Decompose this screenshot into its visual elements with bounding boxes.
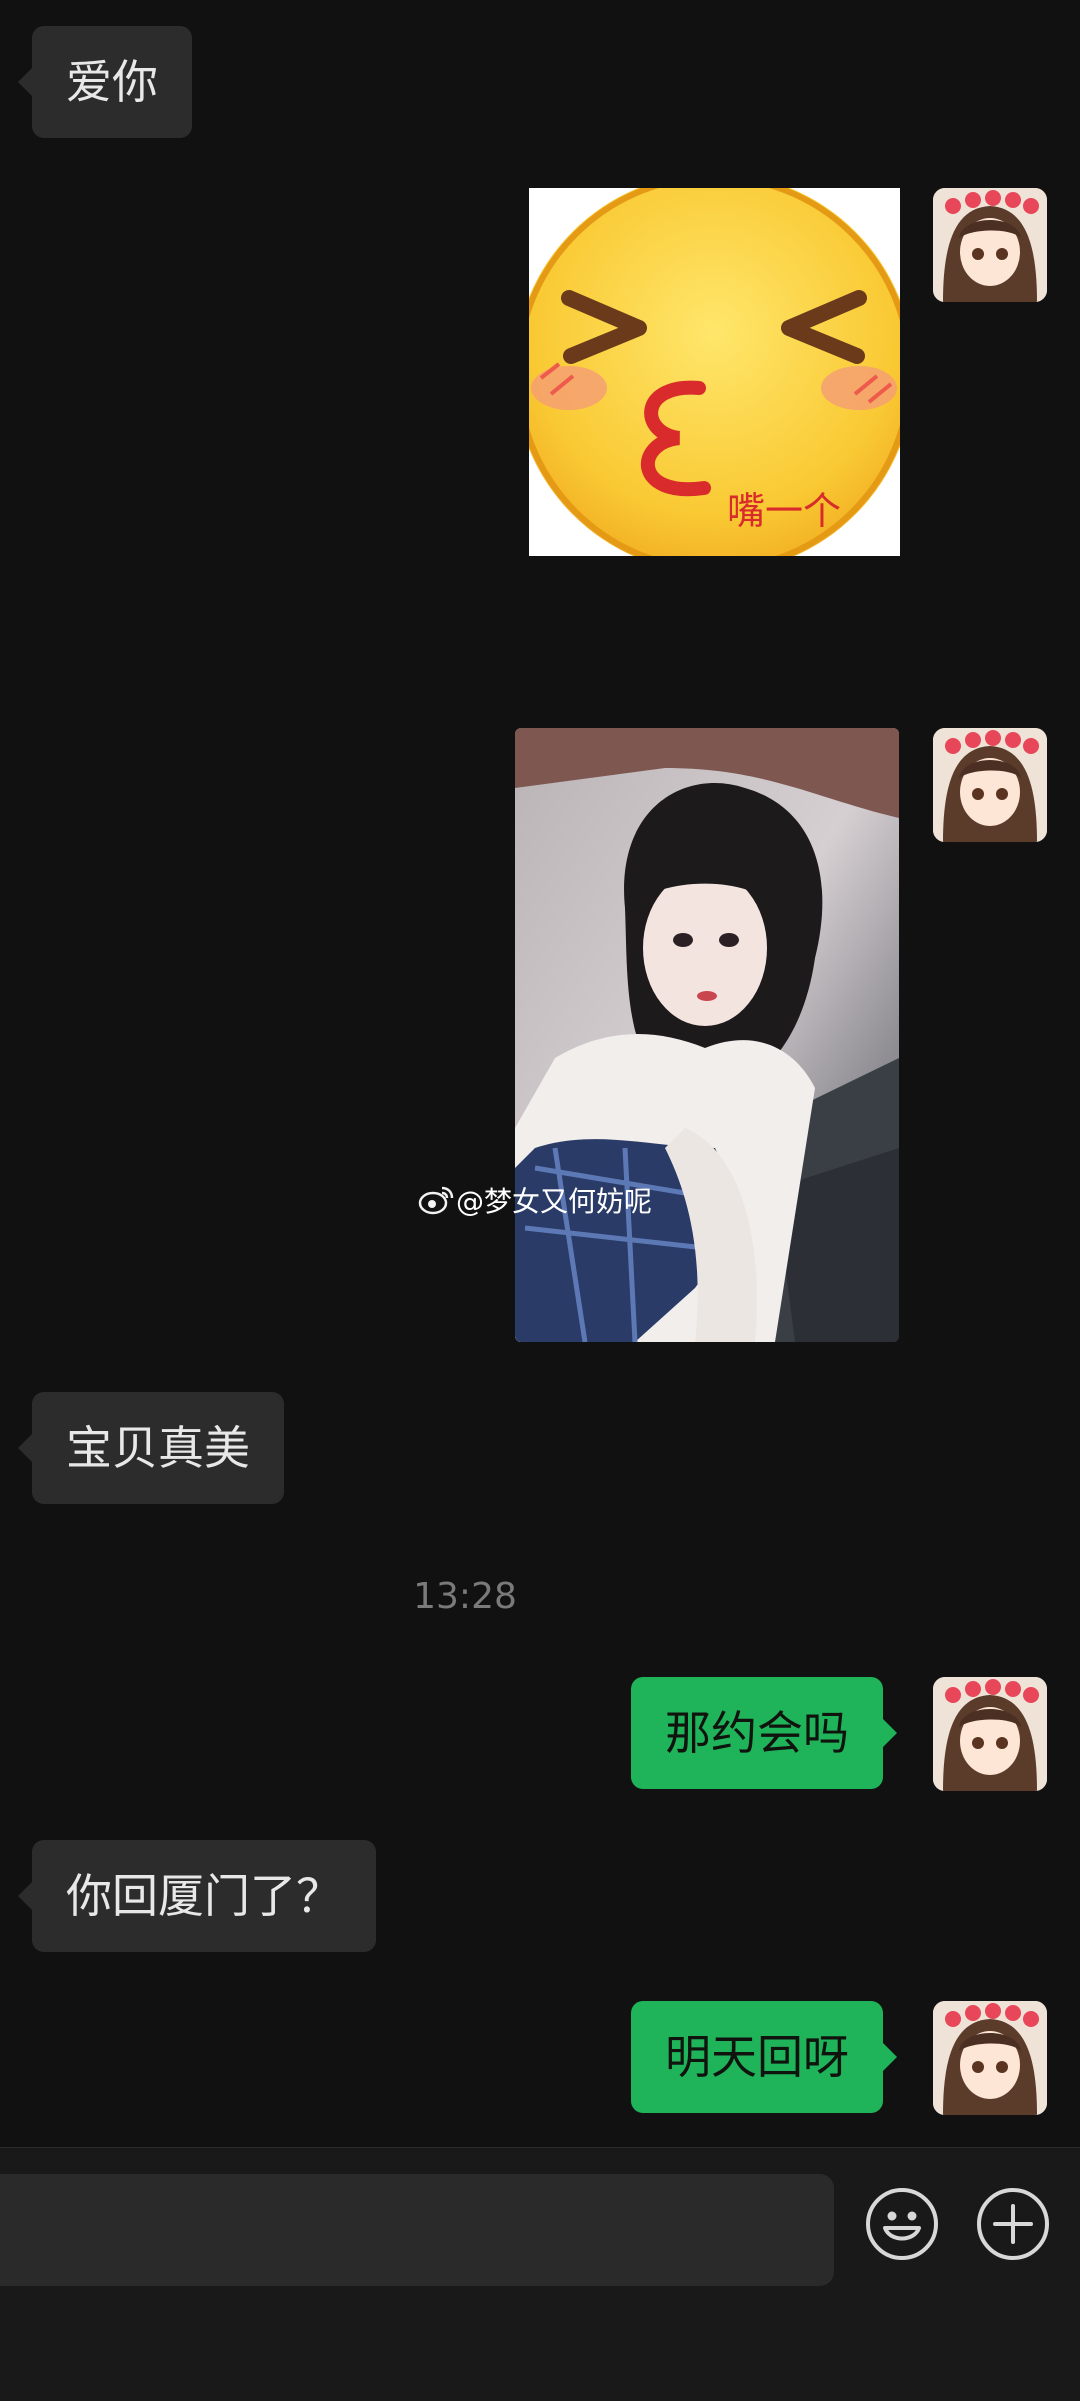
avatar[interactable] [933, 2001, 1047, 2115]
emoji-button[interactable] [866, 2188, 938, 2260]
weibo-icon [418, 1186, 454, 1215]
avatar[interactable] [933, 1677, 1047, 1791]
sticker-caption: 嘴一个 [727, 489, 842, 533]
avatar[interactable] [933, 188, 1047, 302]
message-text: 宝贝真美 [66, 1421, 250, 1475]
anime-girl-avatar [933, 1677, 1047, 1791]
avatar[interactable] [933, 728, 1047, 842]
message-text: 明天回呀 [665, 2030, 849, 2084]
message-bubble-incoming[interactable]: 宝贝真美 [18, 1392, 284, 1504]
timestamp: 13:28 [413, 1576, 517, 1617]
message-text: 你回厦门了？ [66, 1869, 342, 1923]
smiley-icon [883, 2211, 921, 2241]
message-input[interactable] [0, 2174, 834, 2286]
anime-girl-avatar [933, 188, 1047, 302]
photo-message[interactable] [515, 728, 899, 1342]
chat-input-bar [0, 2147, 1080, 2401]
sticker-message[interactable]: 嘴一个 [529, 188, 900, 556]
plus-icon [993, 2204, 1033, 2244]
message-text: 爱你 [66, 55, 158, 109]
anime-girl-avatar [933, 2001, 1047, 2115]
selfie-photo [515, 728, 899, 1342]
photo-watermark: @梦女又何妨呢 [418, 1180, 652, 1220]
message-bubble-outgoing[interactable]: 明天回呀 [631, 2001, 897, 2113]
message-bubble-incoming[interactable]: 爱你 [18, 26, 192, 138]
message-bubble-incoming[interactable]: 你回厦门了？ [18, 1840, 376, 1952]
anime-girl-avatar [933, 728, 1047, 842]
message-text: 那约会吗 [665, 1706, 849, 1760]
watermark-text: @梦女又何妨呢 [456, 1185, 653, 1218]
kiss-face-emoji [529, 188, 900, 556]
plus-button[interactable] [977, 2188, 1049, 2260]
message-bubble-outgoing[interactable]: 那约会吗 [631, 1677, 897, 1789]
